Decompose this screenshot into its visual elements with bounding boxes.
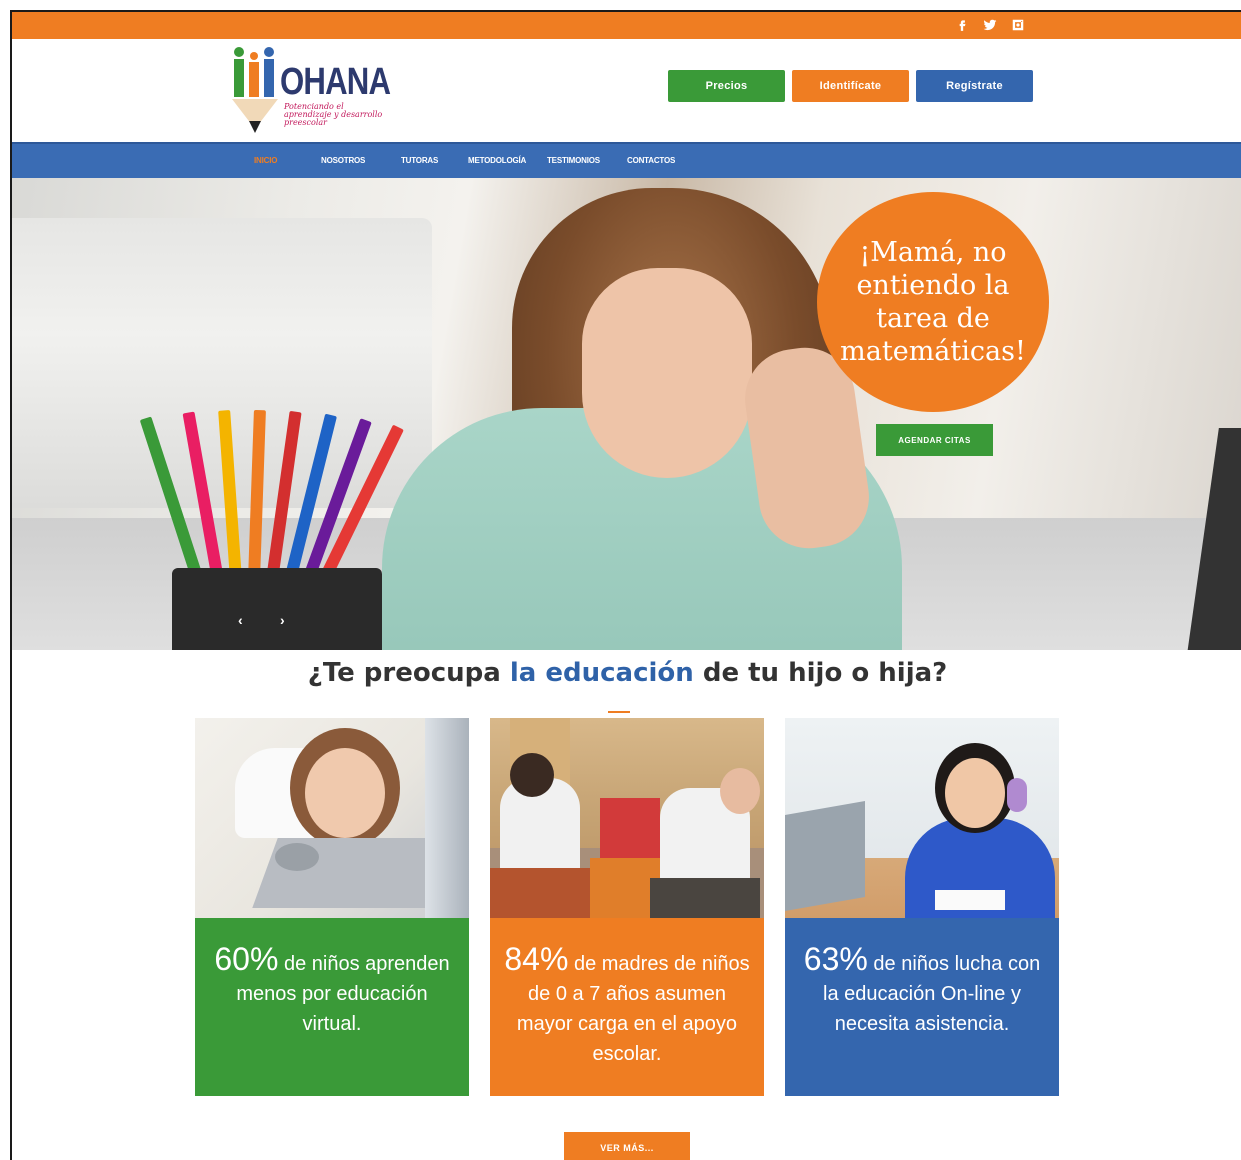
site-header: OHANA Potenciando el aprendizaje y desar… — [12, 39, 1241, 142]
hero-speech-bubble: ¡Mamá, no entiendo la tarea de matemátic… — [817, 192, 1049, 412]
agendar-citas-button[interactable]: AGENDAR CITAS — [876, 424, 993, 456]
stat-percent: 60% — [214, 941, 279, 977]
nav-item-nosotros[interactable]: NOSOTROS — [321, 156, 365, 165]
stat-card-63: 63% de niños lucha con la educación On-l… — [785, 718, 1059, 1096]
registrate-button[interactable]: Regístrate — [916, 70, 1033, 102]
heading-pre: ¿Te preocupa — [307, 658, 510, 688]
slider-next-arrow[interactable]: › — [280, 612, 285, 628]
stat-card-text: 63% de niños lucha con la educación On-l… — [785, 918, 1059, 1096]
page-frame: OHANA Potenciando el aprendizaje y desar… — [10, 10, 1241, 1160]
heading-underline — [608, 711, 630, 713]
twitter-icon[interactable] — [982, 17, 997, 32]
nav-item-testimonios[interactable]: TESTIMONIOS — [547, 156, 600, 165]
precios-button[interactable]: Precios — [668, 70, 785, 102]
hero-girl-face — [582, 268, 752, 478]
heading-post: de tu hijo o hija? — [693, 658, 948, 688]
boy-laptop-photo — [195, 718, 469, 918]
facebook-icon[interactable] — [954, 17, 969, 32]
main-nav: INICIO NOSOTROS TUTORAS METODOLOGÍA TEST… — [12, 142, 1241, 178]
heading-highlight: la educación — [509, 658, 694, 688]
brand-tagline: Potenciando el aprendizaje y desarrollo … — [284, 102, 383, 127]
stat-card-text: 60% de niños aprenden menos por educació… — [195, 918, 469, 1096]
social-links — [954, 17, 1025, 32]
nav-item-inicio[interactable]: INICIO — [254, 156, 277, 165]
ver-mas-button[interactable]: VER MÁS... — [564, 1132, 690, 1160]
identificate-button[interactable]: Identifícate — [792, 70, 909, 102]
stat-card-text: 84% de madres de niños de 0 a 7 años asu… — [490, 918, 764, 1096]
section-heading: ¿Te preocupa la educación de tu hijo o h… — [12, 658, 1241, 688]
nav-item-contactos[interactable]: CONTACTOS — [627, 156, 675, 165]
nav-item-tutoras[interactable]: TUTORAS — [401, 156, 438, 165]
girl-headphones-photo — [785, 718, 1059, 918]
pencil-figures-icon — [232, 47, 278, 133]
stat-card-60: 60% de niños aprenden menos por educació… — [195, 718, 469, 1096]
slider-prev-arrow[interactable]: ‹ — [238, 612, 243, 628]
nav-item-metodologia[interactable]: METODOLOGÍA — [468, 156, 526, 165]
stat-percent: 84% — [504, 941, 569, 977]
top-bar — [12, 12, 1241, 39]
family-couch-photo — [490, 718, 764, 918]
ohana-logo[interactable]: OHANA Potenciando el aprendizaje y desar… — [232, 43, 391, 141]
brand-name: OHANA — [280, 61, 391, 103]
stat-percent: 63% — [803, 941, 868, 977]
hero-slider: ¡Mamá, no entiendo la tarea de matemátic… — [12, 178, 1241, 650]
stat-card-84: 84% de madres de niños de 0 a 7 años asu… — [490, 718, 764, 1096]
instagram-icon[interactable] — [1010, 17, 1025, 32]
